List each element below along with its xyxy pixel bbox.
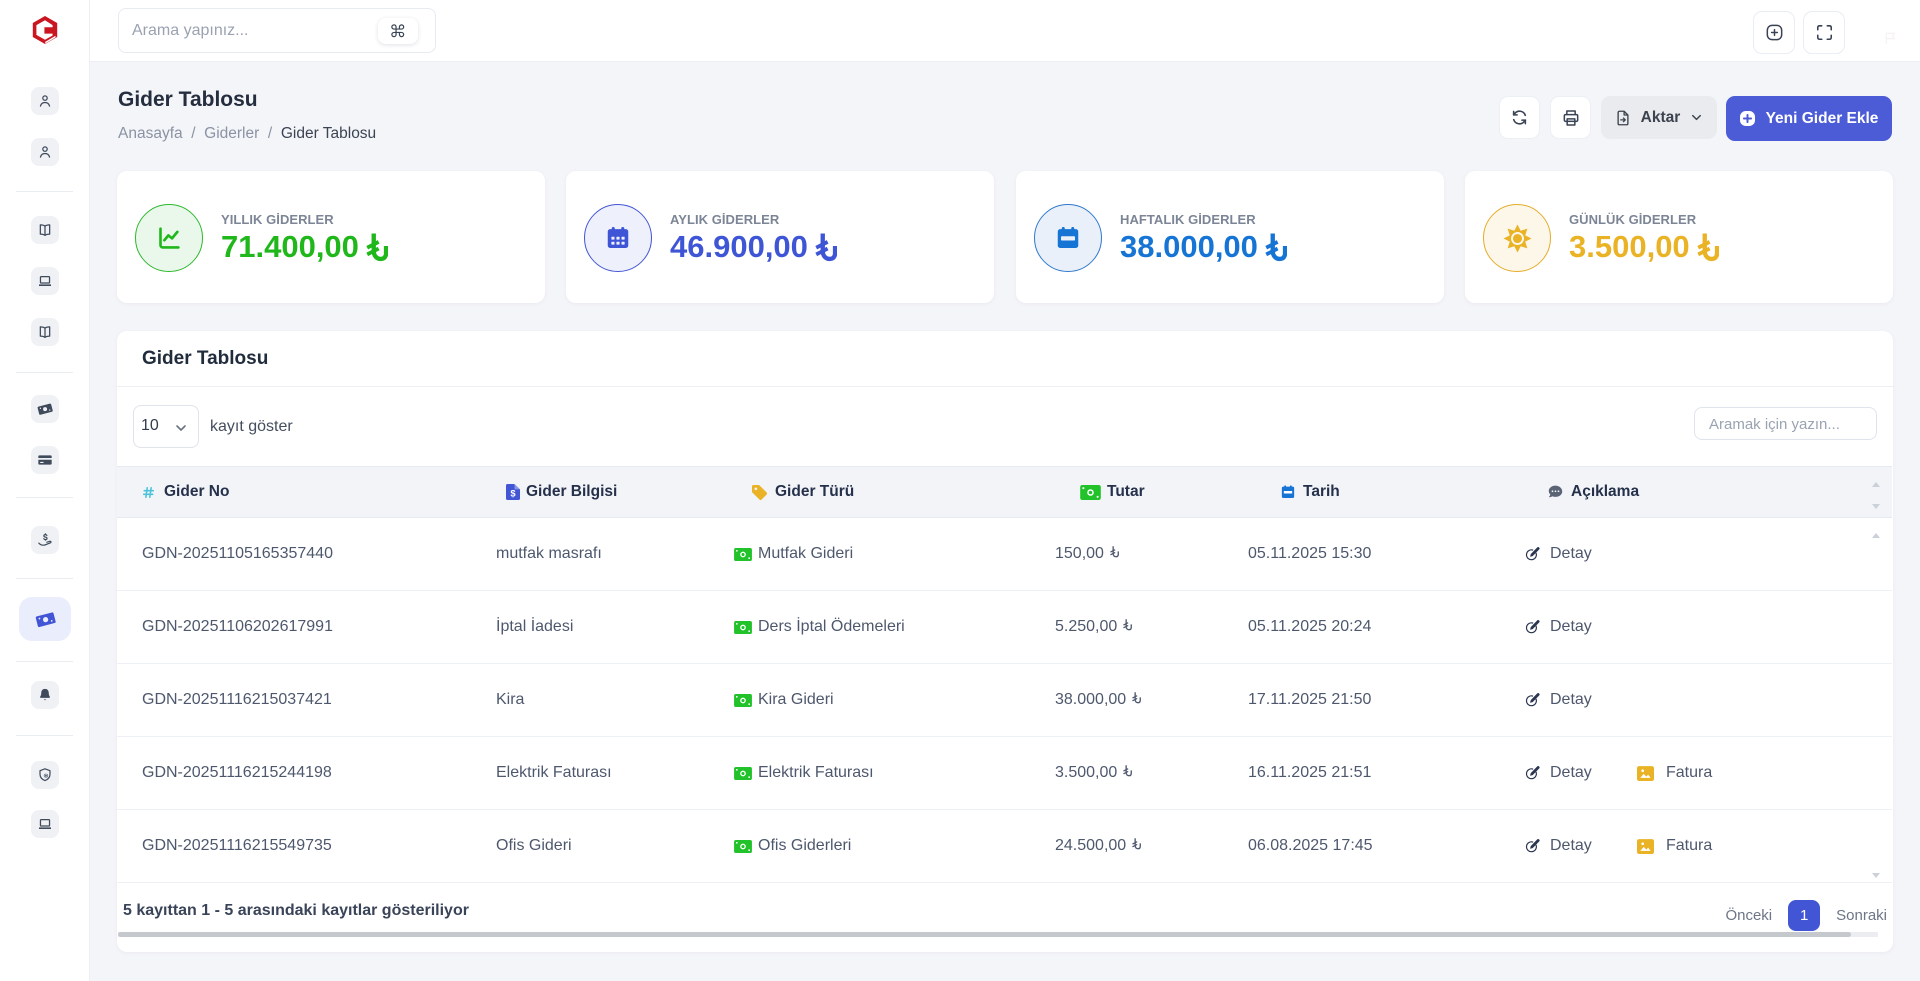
svg-text:$: $: [510, 488, 516, 499]
